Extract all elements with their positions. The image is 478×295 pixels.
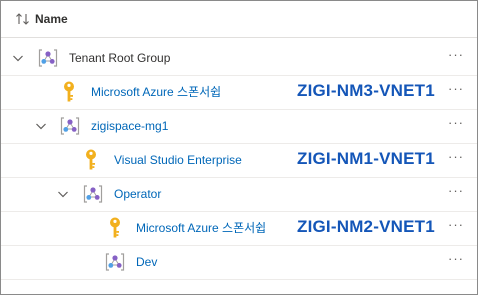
more-options-icon[interactable]: ··· (447, 217, 465, 237)
management-group-icon (83, 185, 103, 203)
management-group-icon (38, 49, 58, 67)
chevron-down-icon[interactable] (12, 52, 24, 64)
tree-row-link[interactable]: Visual Studio Enterprise (114, 152, 242, 168)
key-icon (64, 81, 74, 102)
tree-row-link[interactable]: Operator (114, 186, 161, 202)
more-options-icon[interactable]: ··· (447, 81, 465, 101)
management-groups-tree: Name Tenant Root Group ··· Microsoft Azu… (0, 0, 478, 295)
tree-row-subscription[interactable]: Microsoft Azure 스폰서쉽 ZIGI-NM2-VNET1 ··· (1, 211, 477, 246)
vnet-annotation: ZIGI-NM1-VNET1 (297, 149, 435, 168)
tree-row-subscription[interactable]: Visual Studio Enterprise ZIGI-NM1-VNET1 … (1, 143, 477, 178)
sort-arrows-icon[interactable] (15, 11, 31, 27)
vnet-annotation: ZIGI-NM3-VNET1 (297, 81, 435, 100)
tree-row-subscription[interactable]: Microsoft Azure 스폰서쉽 ZIGI-NM3-VNET1 ··· (1, 75, 477, 110)
more-options-icon[interactable]: ··· (447, 183, 465, 203)
more-options-icon[interactable]: ··· (447, 115, 465, 135)
more-options-icon[interactable]: ··· (447, 149, 465, 169)
column-header-name[interactable]: Name (35, 11, 68, 27)
tree-row-tenant-root-group[interactable]: Tenant Root Group ··· (1, 41, 477, 76)
chevron-down-icon[interactable] (35, 120, 47, 132)
tree-row-link[interactable]: Microsoft Azure 스폰서쉽 (136, 220, 266, 236)
key-icon (110, 217, 120, 238)
more-options-icon[interactable]: ··· (447, 47, 465, 67)
tree-row-operator[interactable]: Operator ··· (1, 177, 477, 212)
chevron-down-icon[interactable] (57, 188, 69, 200)
tree-row-zigispace-mg1[interactable]: zigispace-mg1 ··· (1, 109, 477, 144)
tree-row-link[interactable]: zigispace-mg1 (91, 118, 168, 134)
tree-row-link[interactable]: Microsoft Azure 스폰서쉽 (91, 84, 221, 100)
more-options-icon[interactable]: ··· (447, 251, 465, 271)
tree-row-label: Tenant Root Group (69, 51, 171, 65)
management-group-icon (105, 253, 125, 271)
management-group-icon (60, 117, 80, 135)
tree-header: Name (1, 1, 477, 38)
tree-row-link[interactable]: Dev (136, 254, 157, 270)
key-icon (86, 149, 96, 170)
vnet-annotation: ZIGI-NM2-VNET1 (297, 217, 435, 236)
tree-row-dev[interactable]: Dev ··· (1, 245, 477, 280)
